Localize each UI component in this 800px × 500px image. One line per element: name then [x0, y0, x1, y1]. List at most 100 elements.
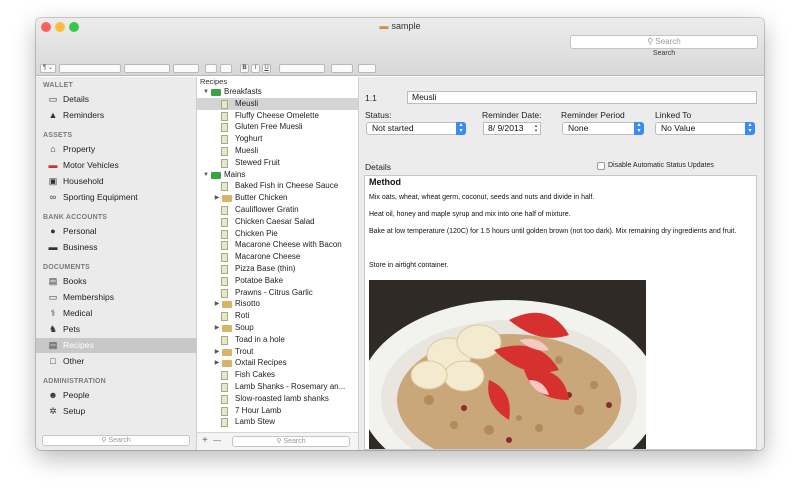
outline-item[interactable]: Baked Fish in Cheese Sauce — [197, 180, 358, 192]
outline-item-label: Lamb Stew — [235, 417, 276, 427]
disable-auto-status-checkbox[interactable] — [597, 162, 605, 170]
disclosure-expanded-icon[interactable]: ▼ — [202, 169, 210, 181]
chevron-updown-icon: ▴ ▾ — [634, 122, 644, 135]
outline-item[interactable]: Fluffy Cheese Omelette — [197, 110, 358, 122]
recipe-doc-icon — [221, 111, 228, 121]
font-typeface-popup[interactable] — [124, 64, 170, 73]
disclosure-collapsed-icon[interactable]: ▶ — [213, 357, 221, 369]
text-color-well[interactable] — [205, 64, 217, 73]
outline-item[interactable]: Slow-roasted lamb shanks — [197, 393, 358, 405]
outline-item-label: Gluten Free Muesli — [235, 122, 303, 132]
alignment-segmented-control[interactable] — [279, 64, 325, 73]
recipe-doc-icon — [221, 394, 228, 404]
outline-item-label: Macarone Cheese with Bacon — [235, 240, 342, 250]
outline-folder[interactable]: ▼ Mains — [197, 169, 358, 181]
font-family-popup[interactable] — [59, 64, 121, 73]
sidebar-item-business[interactable]: ▬ Business — [36, 240, 196, 255]
linked-to-popup[interactable]: No Value ▴ ▾ — [655, 122, 755, 135]
reminder-period-popup[interactable]: None ▴ ▾ — [562, 122, 644, 135]
outline-item-label: Chicken Pie — [235, 228, 278, 238]
paragraph-style-menu[interactable]: ¶ ⌄ — [40, 64, 56, 73]
toolbar-search-field[interactable]: ⚲ Search — [570, 35, 758, 49]
outline-item[interactable]: Prawns - Citrus Garlic — [197, 287, 358, 299]
disclosure-expanded-icon[interactable]: ▼ — [202, 86, 210, 98]
outline-item[interactable]: 7 Hour Lamb — [197, 405, 358, 417]
outline-item[interactable]: Pizza Base (thin) — [197, 263, 358, 275]
people-icon: ☻ — [48, 390, 58, 400]
sidebar-item-setup[interactable]: ✲ Setup — [36, 404, 196, 419]
status-popup[interactable]: Not started ▴ ▾ — [366, 122, 466, 135]
outline-item[interactable]: Roti — [197, 310, 358, 322]
outline-item-label: Prawns - Citrus Garlic — [235, 287, 313, 297]
sidebar-item-details[interactable]: ▭ Details — [36, 92, 196, 107]
house-icon: ⌂ — [50, 144, 56, 154]
sidebar-item-personal[interactable]: ● Personal — [36, 224, 196, 239]
recipe-doc-icon — [221, 182, 228, 192]
outline-folder[interactable]: ▶ Soup — [197, 322, 358, 334]
outline-item[interactable]: Lamb Shanks - Rosemary an... — [197, 381, 358, 393]
sidebar-search-field[interactable]: ⚲ Search — [42, 435, 190, 446]
outline-item[interactable]: Lamb Stew — [197, 416, 358, 428]
outline-item-label: Risotto — [235, 299, 260, 309]
outline-folder[interactable]: ▶ Oxtail Recipes — [197, 357, 358, 369]
outline-item[interactable]: Yoghurt — [197, 133, 358, 145]
recipe-text-area[interactable]: Method Mix oats, wheat, wheat germ, coco… — [364, 175, 757, 450]
outline-item[interactable]: Gluten Free Muesli — [197, 121, 358, 133]
add-item-button[interactable]: + — [202, 435, 208, 446]
outline-item[interactable]: Chicken Caesar Salad — [197, 216, 358, 228]
outline-item-label: Breakfasts — [224, 87, 262, 96]
sidebar-item-books[interactable]: ▤ Books — [36, 274, 196, 289]
recipe-doc-icon — [221, 206, 228, 215]
disclosure-collapsed-icon[interactable]: ▶ — [213, 322, 221, 334]
bold-button[interactable]: B — [240, 64, 249, 73]
outline-item[interactable]: Cauliflower Gratin — [197, 204, 358, 216]
outline-footer: + — ⚲ Search — [197, 432, 358, 450]
outline-item-label: Roti — [235, 311, 250, 321]
background-color-well[interactable] — [220, 64, 232, 73]
recipe-doc-icon — [221, 276, 228, 286]
outline-item[interactable]: Chicken Pie — [197, 228, 358, 240]
sidebar-item-motor-vehicles[interactable]: ▬ Motor Vehicles — [36, 158, 196, 173]
outline-item[interactable]: Potatoe Bake — [197, 275, 358, 287]
disclosure-collapsed-icon[interactable]: ▶ — [213, 192, 221, 204]
sidebar-item-reminders[interactable]: ▲ Reminders — [36, 108, 196, 123]
underline-button[interactable]: U — [262, 64, 271, 73]
font-size-popup[interactable] — [173, 64, 199, 73]
outline-search-field[interactable]: ⚲ Search — [232, 436, 350, 447]
sidebar-item-label: Reminders — [63, 110, 105, 120]
outline-item[interactable]: Meusli — [197, 97, 358, 110]
sidebar-item-pets[interactable]: ♞ Pets — [36, 322, 196, 337]
sidebar-item-sporting-equipment[interactable]: ∞ Sporting Equipment — [36, 190, 196, 205]
outline-item[interactable]: Stewed Fruit — [197, 157, 358, 169]
remove-item-button[interactable]: — — [213, 436, 221, 445]
sidebar-item-recipes[interactable]: ▤ Recipes — [36, 338, 196, 353]
sidebar-item-people[interactable]: ☻ People — [36, 388, 196, 403]
reminder-date-field[interactable]: 8/ 9/2013 ▴ ▾ — [483, 122, 541, 135]
disclosure-collapsed-icon[interactable]: ▶ — [213, 298, 221, 310]
outline-item-label: Slow-roasted lamb shanks — [235, 393, 329, 403]
disclosure-collapsed-icon[interactable]: ▶ — [213, 346, 221, 358]
id-card-icon: ▭ — [48, 94, 58, 104]
sidebar-item-property[interactable]: ⌂ Property — [36, 142, 196, 157]
outline-item[interactable]: Toad in a hole — [197, 334, 358, 346]
outline-item[interactable]: Macarone Cheese with Bacon — [197, 239, 358, 251]
outline-folder[interactable]: ▶ Butter Chicken — [197, 192, 358, 204]
outline-folder[interactable]: ▶ Risotto — [197, 298, 358, 310]
item-name-field[interactable]: Meusli — [407, 91, 757, 104]
date-stepper-icon[interactable]: ▴ ▾ — [533, 124, 539, 134]
outline-item[interactable]: Fish Cakes — [197, 369, 358, 381]
bell-icon: ▲ — [48, 110, 58, 120]
sidebar-item-household[interactable]: ▣ Household — [36, 174, 196, 189]
outline-folder[interactable]: ▼ Breakfasts — [197, 86, 358, 98]
sidebar-item-other[interactable]: □ Other — [36, 354, 196, 369]
sidebar-item-memberships[interactable]: ▭ Memberships — [36, 290, 196, 305]
italic-button[interactable]: I — [251, 64, 260, 73]
outline-item[interactable]: Muesli — [197, 145, 358, 157]
sidebar-item-label: Recipes — [63, 340, 94, 350]
outline-folder[interactable]: ▶ Trout — [197, 346, 358, 358]
list-style-popup[interactable] — [358, 64, 376, 73]
line-spacing-popup[interactable] — [331, 64, 353, 73]
recipe-paragraph: Heat oil, honey and maple syrup and mix … — [369, 211, 571, 218]
outline-item[interactable]: Macarone Cheese — [197, 251, 358, 263]
sidebar-item-medical[interactable]: ⚕ Medical — [36, 306, 196, 321]
